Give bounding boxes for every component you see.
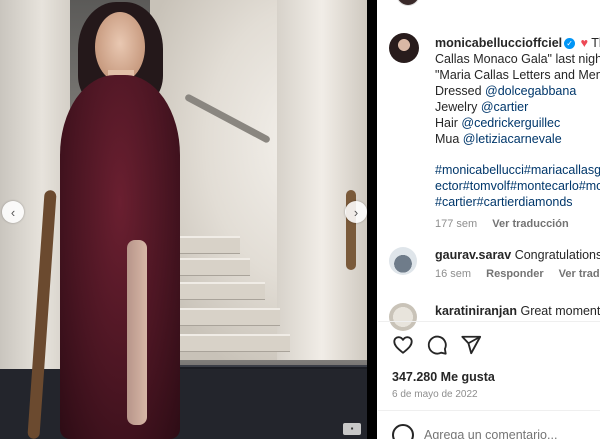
- comment-bubble-icon[interactable]: [426, 334, 448, 356]
- caption-line: "Maria Callas Letters and Memo: [435, 68, 600, 82]
- share-send-icon[interactable]: [460, 334, 482, 356]
- caption-text-start: Th: [591, 36, 600, 50]
- carousel-prev-button[interactable]: ‹: [2, 201, 24, 223]
- post-details-panel: monicabelluccioffciel✓ ♥ Th Callas Monac…: [378, 0, 600, 439]
- avatar[interactable]: [389, 33, 419, 63]
- caption-first-line: monicabelluccioffciel✓ ♥ Th: [435, 35, 600, 51]
- emoji-icon[interactable]: [392, 424, 414, 439]
- jewelry-label: Jewelry: [435, 100, 481, 114]
- hashtag-line[interactable]: ector#tomvolf#montecarlo#mo: [435, 178, 600, 194]
- caption-line: Callas Monaco Gala" last night,: [435, 52, 600, 66]
- verified-badge-icon: ✓: [564, 38, 576, 49]
- mention-link[interactable]: @dolcegabbana: [485, 84, 576, 98]
- add-comment-row: [392, 424, 594, 439]
- translate-button[interactable]: Ver traducción: [559, 268, 600, 280]
- dressed-label: Dressed: [435, 84, 486, 98]
- mention-link[interactable]: @letiziacarnevale: [463, 132, 562, 146]
- hashtag-line[interactable]: #monicabellucci#mariacallasga: [435, 162, 600, 178]
- hair-label: Hair: [435, 116, 462, 130]
- caption-hair-line: Hair @cedrickerguillec: [435, 115, 600, 131]
- comment-meta: 16 sem Responder Ver traducción: [435, 268, 600, 280]
- like-heart-icon[interactable]: [392, 334, 414, 356]
- photo-wall-right: [277, 0, 367, 360]
- caption-mua-line: Mua @letiziacarnevale: [435, 131, 600, 147]
- photo-edge: [367, 0, 377, 439]
- divider: [378, 410, 600, 411]
- caption-time[interactable]: 177 sem: [435, 218, 477, 230]
- comment-body: gaurav.sarav Congratulations 16 sem Resp…: [435, 248, 600, 280]
- caption-meta: 177 sem Ver traducción: [435, 216, 600, 230]
- header-avatar[interactable]: [396, 0, 420, 6]
- comment-body: karatiniranjan Great moments: [435, 304, 600, 318]
- caption-username[interactable]: monicabelluccioffciel: [435, 36, 562, 50]
- caption-jewelry-line: Jewelry @cartier: [435, 99, 600, 115]
- comment-username[interactable]: karatiniranjan: [435, 304, 517, 318]
- mua-label: Mua: [435, 132, 463, 146]
- translate-button[interactable]: Ver traducción: [492, 218, 568, 230]
- reply-button[interactable]: Responder: [486, 268, 543, 280]
- photo-watermark: ▪: [343, 423, 361, 435]
- post-photo[interactable]: ‹ › ▪: [0, 0, 367, 439]
- carousel-next-button[interactable]: ›: [345, 201, 367, 223]
- likes-count[interactable]: 347.280 Me gusta: [392, 370, 495, 384]
- mention-link[interactable]: @cedrickerguillec: [461, 116, 560, 130]
- heart-emoji-icon: ♥: [580, 36, 589, 50]
- mention-link[interactable]: @cartier: [481, 100, 528, 114]
- comment-input[interactable]: [424, 428, 594, 439]
- post-actions: [392, 333, 482, 357]
- avatar[interactable]: [389, 303, 417, 331]
- post-date[interactable]: 6 de mayo de 2022: [392, 389, 478, 400]
- photo-figure-leg: [127, 240, 147, 425]
- avatar[interactable]: [389, 247, 417, 275]
- comment-time[interactable]: 16 sem: [435, 268, 471, 280]
- hashtag-line[interactable]: #cartier#cartierdiamonds: [435, 194, 600, 210]
- photo-carpet: [0, 369, 367, 439]
- comment-username[interactable]: gaurav.sarav: [435, 248, 511, 262]
- comment-text: Congratulations: [514, 248, 600, 262]
- caption-text: monicabelluccioffciel✓ ♥ Th Callas Monac…: [435, 35, 600, 230]
- divider: [378, 321, 600, 322]
- comment-text: Great moments: [520, 304, 600, 318]
- photo-figure-dress: [60, 75, 180, 439]
- caption-dressed-line: Dressed @dolcegabbana: [435, 83, 600, 99]
